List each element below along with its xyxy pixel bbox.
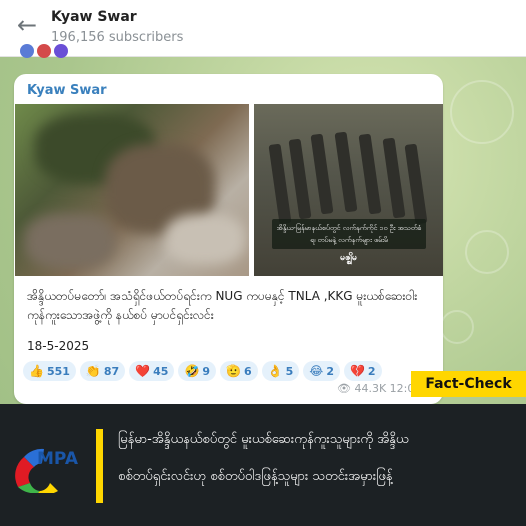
- heart-icon: ❤️: [135, 364, 151, 378]
- reaction-thumbs-up[interactable]: 👍 551: [23, 361, 76, 381]
- news-logo-mini: မဇ္ဈိမ: [340, 253, 358, 263]
- post-caption: အိန္ဒိယတပ်မတော်၊ အသံရှိင်ဖယ်တပ်ရင်းက NUG…: [27, 289, 418, 322]
- avatar: [37, 44, 51, 58]
- photo-caption-overlay: အိန္ဒိယ-မြန်မာနယ်စပ်တွင် လက်နက်ကိုင် ၁၀ …: [272, 219, 426, 249]
- reaction-count: 87: [103, 365, 120, 378]
- headline-line-2: စစ်တပ်ရှင်းလင်းဟု စစ်တပ်ဝါဒဖြန့်သူများ သ…: [118, 469, 393, 484]
- mpa-logo-text: MPA: [37, 449, 78, 469]
- clap-icon: 👏: [85, 364, 101, 378]
- reaction-count: 9: [202, 365, 211, 378]
- photo-weapons[interactable]: အိန္ဒိယ-မြန်မာနယ်စပ်တွင် လက်နက်ကိုင် ၁၀ …: [254, 104, 443, 276]
- reaction-salute[interactable]: 🫡 6: [220, 361, 258, 381]
- back-arrow-icon[interactable]: ←: [14, 12, 40, 38]
- reaction-count: 5: [285, 365, 294, 378]
- reaction-rofl[interactable]: 🤣 9: [178, 361, 217, 381]
- reaction-bar: 👍 551 👏 87 ❤️ 45 🤣 9 🫡 6 👌 5 😂 2 💔 2: [23, 360, 386, 382]
- reaction-heart[interactable]: ❤️ 45: [129, 361, 175, 381]
- channel-header: ← Kyaw Swar 196,156 subscribers: [0, 0, 526, 58]
- headline-line-1: မြန်မာ-အိန္ဒိယနယ်စပ်တွင် မူးယစ်ဆေးကုန်ကူ…: [118, 432, 409, 447]
- avatar: [20, 44, 34, 58]
- broken-heart-icon: 💔: [349, 364, 365, 378]
- photo-blurred[interactable]: [15, 104, 249, 276]
- reaction-count: 6: [244, 365, 252, 378]
- reaction-count: 2: [326, 365, 334, 378]
- message-bubble: Kyaw Swar အိန္ဒိယ-မြန်မာနယ်စပ်တွင် လက်နက…: [14, 74, 443, 404]
- accent-bar: [96, 429, 103, 503]
- reaction-clap[interactable]: 👏 87: [79, 361, 126, 381]
- reaction-broken-heart[interactable]: 💔 2: [343, 361, 382, 381]
- subscriber-count: 196,156 subscribers: [51, 30, 184, 45]
- avatar: [54, 44, 68, 58]
- thumbs-up-icon: 👍: [29, 364, 44, 378]
- ok-hand-icon: 👌: [267, 364, 283, 378]
- reaction-ok[interactable]: 👌 5: [261, 361, 300, 381]
- reaction-count: 2: [367, 365, 376, 378]
- salute-icon: 🫡: [226, 364, 242, 378]
- headline-banner: MPA မြန်မာ-အိန္ဒိယနယ်စပ်တွင် မူးယစ်ဆေးကု…: [0, 404, 526, 526]
- banner-headline: မြန်မာ-အိန္ဒိယနယ်စပ်တွင် မူးယစ်ဆေးကုန်ကူ…: [118, 421, 518, 495]
- laugh-icon: 😂: [309, 364, 324, 378]
- fact-check-badge: Fact-Check: [411, 371, 526, 397]
- views-text: 44.3K 12:0: [354, 382, 415, 395]
- message-author[interactable]: Kyaw Swar: [27, 83, 107, 98]
- rofl-icon: 🤣: [184, 364, 200, 378]
- channel-title[interactable]: Kyaw Swar: [51, 9, 137, 25]
- pinned-avatars: [20, 44, 71, 58]
- reaction-count: 551: [46, 365, 70, 378]
- post-date: 18-5-2025: [27, 339, 90, 353]
- reaction-count: 45: [153, 365, 169, 378]
- view-count: 👁 44.3K 12:0: [337, 382, 415, 395]
- reaction-laugh[interactable]: 😂 2: [303, 361, 340, 381]
